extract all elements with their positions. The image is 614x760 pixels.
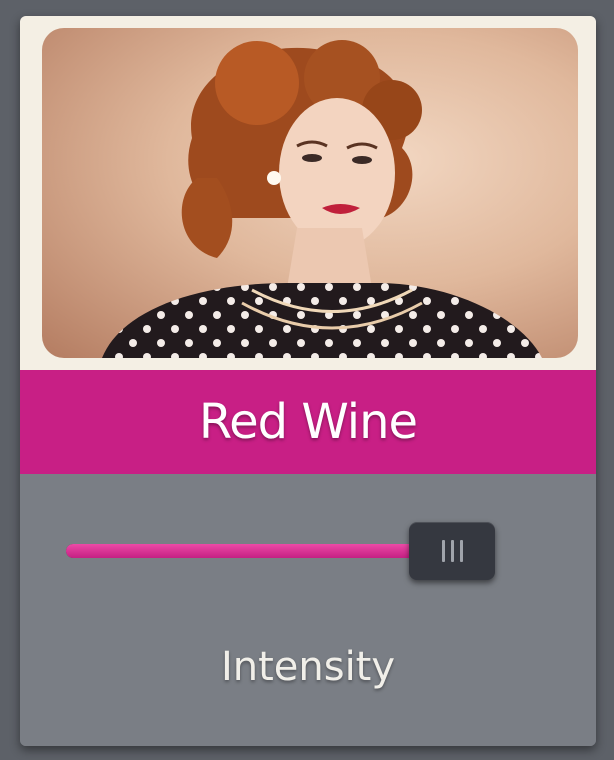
grip-line-icon [441, 540, 445, 562]
grip-line-icon [450, 540, 454, 562]
grip-line-icon [459, 540, 463, 562]
filter-name: Red Wine [198, 394, 418, 450]
filter-card[interactable]: Red Wine Intensity [20, 16, 596, 746]
filter-preview-image[interactable] [42, 28, 578, 358]
filter-thumbnail-frame [20, 16, 596, 370]
intensity-label: Intensity [220, 644, 396, 690]
filter-title-bar: Red Wine [20, 370, 596, 474]
portrait-image [102, 40, 542, 358]
intensity-slider-fill [66, 544, 453, 558]
intensity-control: Intensity [20, 474, 596, 746]
intensity-slider-thumb[interactable] [409, 522, 496, 580]
